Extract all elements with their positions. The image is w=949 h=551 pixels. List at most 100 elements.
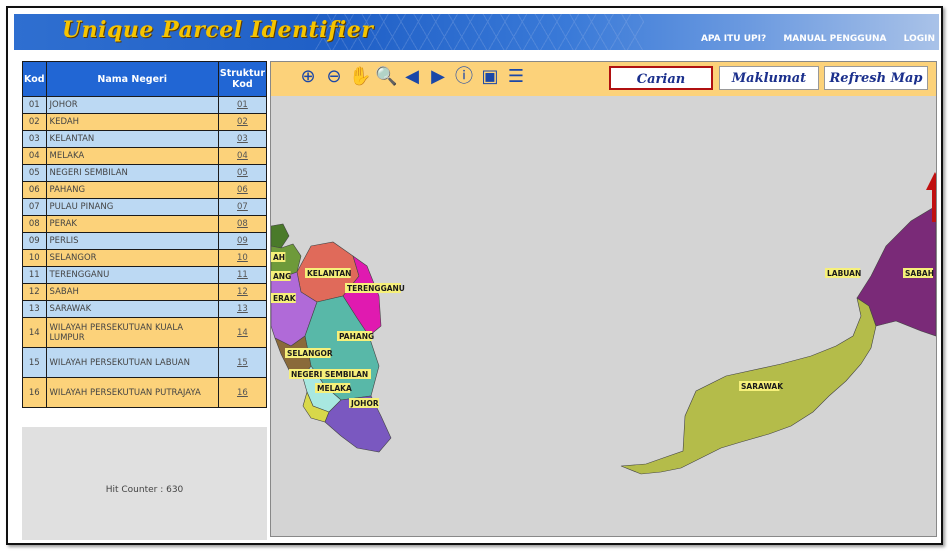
struktur-kod-link[interactable]: 07 [217,198,268,216]
map-panel[interactable]: ⊕ ⊖ ✋ 🔍 ◀ ▶ ⓘ ▣ ☰ Carian Maklumat Refresh Map AH… [270,61,937,537]
left-panel-footer: Hit Counter : 630 [22,427,267,540]
nama-negeri-cell: PAHANG [45,181,219,199]
state-code-table: Kod Nama Negeri Struktur Kod 01 JOHOR 01 02… [22,61,268,408]
struktur-kod-link[interactable]: 04 [217,147,268,165]
map-label-selangor: SELANGOR [287,349,333,358]
table-row: 06 PAHANG 06 [22,181,268,199]
zoom-box-icon[interactable]: 🔍 [375,66,397,88]
full-extent-map-icon[interactable]: ▣ [479,66,501,88]
table-row: 07 PULAU PINANG 07 [22,198,268,216]
nama-negeri-cell: MELAKA [45,147,219,165]
table-row: 15 WILAYAH PERSEKUTUAN LABUAN 15 [22,347,268,378]
column-header-kod: Kod [22,61,47,97]
nama-negeri-cell: JOHOR [45,96,219,114]
struktur-kod-link[interactable]: 05 [217,164,268,182]
kod-cell: 02 [22,113,47,131]
zoom-in-icon[interactable]: ⊕ [297,66,319,88]
forward-icon[interactable]: ▶ [427,66,449,88]
legend-list-icon[interactable]: ☰ [505,66,527,88]
nav-manual-pengguna-link[interactable]: MANUAL PENGGUNA [783,34,886,44]
kod-cell: 04 [22,147,47,165]
kod-cell: 10 [22,249,47,267]
kod-cell: 07 [22,198,47,216]
struktur-kod-link[interactable]: 09 [217,232,268,250]
nama-negeri-cell: WILAYAH PERSEKUTUAN PUTRAJAYA [45,377,219,408]
map-label-johor: JOHOR [350,399,379,408]
table-row: 08 PERAK 08 [22,215,268,233]
table-row: 16 WILAYAH PERSEKUTUAN PUTRAJAYA 16 [22,377,268,408]
struktur-kod-link[interactable]: 08 [217,215,268,233]
pan-hand-icon[interactable]: ✋ [349,66,371,88]
map-label-nsembilan: NEGERI SEMBILAN [291,370,368,379]
column-header-nama-negeri: Nama Negeri [45,61,219,97]
map-label-sabah: SABAH [905,269,934,278]
kod-cell: 12 [22,283,47,301]
table-row: 13 SARAWAK 13 [22,300,268,318]
struktur-kod-link[interactable]: 10 [217,249,268,267]
map-region-perlis[interactable] [271,223,290,249]
nav-login-link[interactable]: LOGIN [904,34,935,44]
nama-negeri-cell: WILAYAH PERSEKUTUAN LABUAN [45,347,219,378]
table-row: 12 SABAH 12 [22,283,268,301]
back-icon[interactable]: ◀ [401,66,423,88]
struktur-kod-link[interactable]: 06 [217,181,268,199]
app-title: Unique Parcel Identifier [62,17,374,43]
map-label-pahang: PAHANG [339,332,374,341]
struktur-kod-link[interactable]: 13 [217,300,268,318]
kod-cell: 06 [22,181,47,199]
info-icon[interactable]: ⓘ [453,66,475,88]
map-label-penang: ANG [273,272,291,281]
struktur-kod-link[interactable]: 01 [217,96,268,114]
nama-negeri-cell: KEDAH [45,113,219,131]
struktur-kod-link[interactable]: 14 [217,317,268,348]
struktur-kod-link[interactable]: 11 [217,266,268,284]
map-label-perak: ERAK [273,294,297,303]
nama-negeri-cell: NEGERI SEMBILAN [45,164,219,182]
nama-negeri-cell: WILAYAH PERSEKUTUAN KUALA LUMPUR [45,317,219,348]
map-label-terengganu: TERENGGANU [347,284,405,293]
table-row: 10 SELANGOR 10 [22,249,268,267]
nama-negeri-cell: SELANGOR [45,249,219,267]
struktur-kod-link[interactable]: 12 [217,283,268,301]
kod-cell: 08 [22,215,47,233]
nama-negeri-cell: SABAH [45,283,219,301]
malaysia-map[interactable]: AH ANG KELANTAN TERENGGANU ERAK PAHANG SELANGO… [271,96,936,536]
zoom-out-icon[interactable]: ⊖ [323,66,345,88]
kod-cell: 03 [22,130,47,148]
kod-cell: 11 [22,266,47,284]
map-label-sarawak: SARAWAK [741,382,784,391]
kod-cell: 13 [22,300,47,318]
pointer-arrow-icon [926,172,936,222]
table-row: 04 MELAKA 04 [22,147,268,165]
refresh-map-button[interactable]: Refresh Map [824,66,928,90]
maklumat-button[interactable]: Maklumat [719,66,819,90]
nama-negeri-cell: PULAU PINANG [45,198,219,216]
table-row: 11 TERENGGANU 11 [22,266,268,284]
struktur-kod-link[interactable]: 03 [217,130,268,148]
table-header-row: Kod Nama Negeri Struktur Kod [22,61,268,97]
nama-negeri-cell: TERENGGANU [45,266,219,284]
kod-cell: 01 [22,96,47,114]
carian-button[interactable]: Carian [609,66,713,90]
map-label-labuan: LABUAN [827,269,861,278]
kod-cell: 05 [22,164,47,182]
struktur-kod-link[interactable]: 16 [217,377,268,408]
top-navigation: APA ITU UPI? MANUAL PENGGUNA LOGIN [687,34,935,44]
map-label-melaka: MELAKA [317,384,352,393]
map-label-kelantan: KELANTAN [307,269,351,278]
table-row: 14 WILAYAH PERSEKUTUAN KUALA LUMPUR 14 [22,317,268,348]
table-row: 03 KELANTAN 03 [22,130,268,148]
map-label-kedah: AH [273,253,285,262]
table-row: 05 NEGERI SEMBILAN 05 [22,164,268,182]
header-banner: Unique Parcel Identifier APA ITU UPI? MA… [14,14,939,50]
kod-cell: 16 [22,377,47,408]
table-row: 02 KEDAH 02 [22,113,268,131]
column-header-struktur-kod: Struktur Kod [217,61,268,97]
nav-apa-itu-upi-link[interactable]: APA ITU UPI? [701,34,766,44]
kod-cell: 09 [22,232,47,250]
struktur-kod-link[interactable]: 02 [217,113,268,131]
nama-negeri-cell: SARAWAK [45,300,219,318]
kod-cell: 14 [22,317,47,348]
struktur-kod-link[interactable]: 15 [217,347,268,378]
table-row: 09 PERLIS 09 [22,232,268,250]
